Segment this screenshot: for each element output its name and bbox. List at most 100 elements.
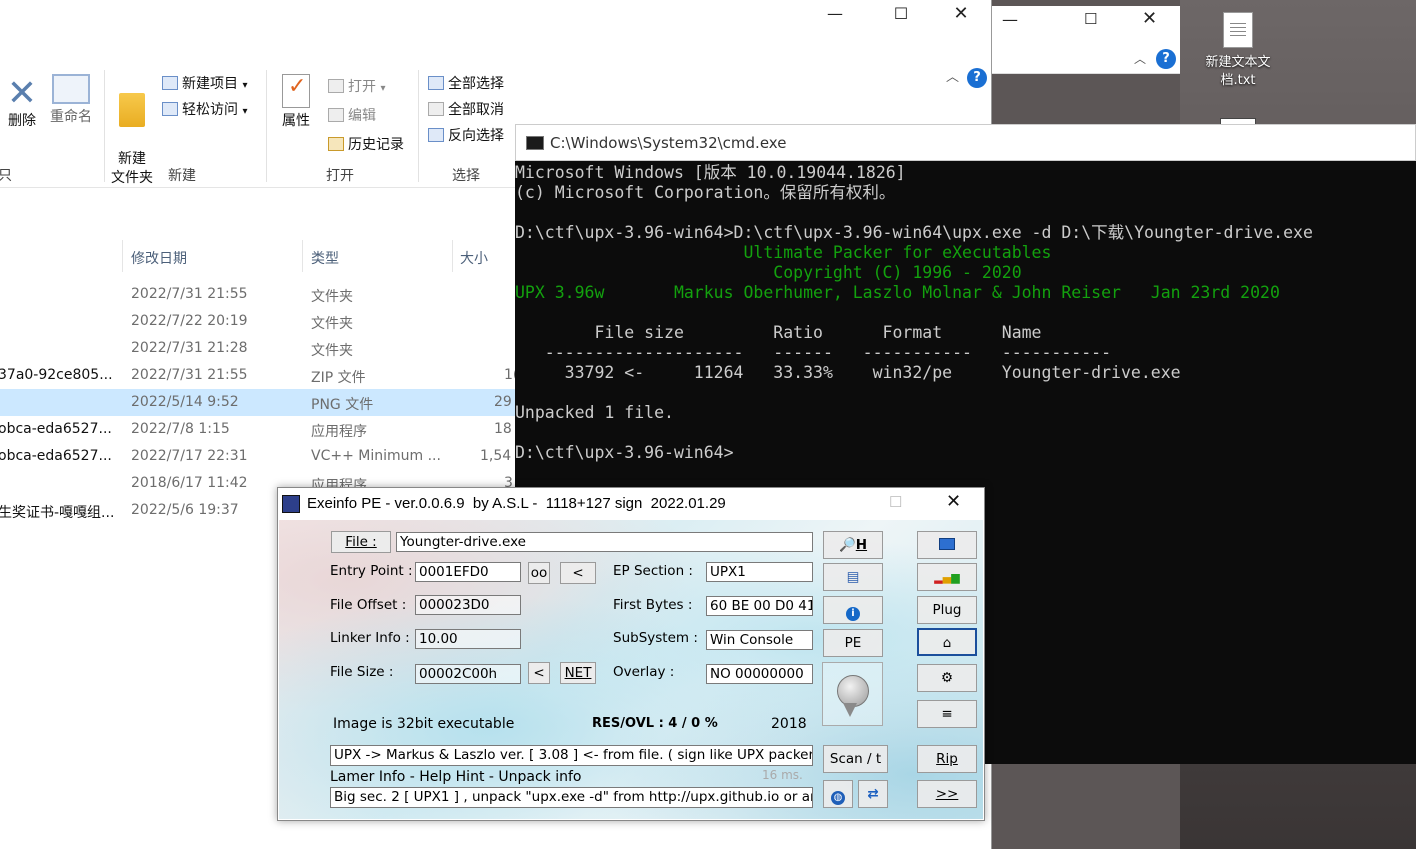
properties-button[interactable]: 属性 [276,74,316,131]
help-icon[interactable]: ? [967,68,987,88]
year-text: 2018 [771,716,807,732]
file-type: ZIP 文件 [311,370,366,386]
settings-button[interactable]: ⚙ [917,664,977,692]
file-type: 文件夹 [311,343,353,359]
file-row[interactable]: obca-eda6527... 2022/7/8 1:15 应用程序 18 [0,416,520,443]
linker-info-field[interactable]: 10.00 [415,629,521,649]
ep-section-field[interactable]: UPX1 [706,562,813,582]
next-button[interactable]: >> [917,780,977,808]
exeinfo-maximize-icon: ☐ [889,494,903,511]
file-size-field[interactable]: 00002C00h [415,664,521,684]
invert-selection-button[interactable]: 反向选择 [428,125,504,145]
refresh-button[interactable]: ⇄ [858,780,888,808]
file-row[interactable]: 2022/7/22 20:19 文件夹 [0,308,520,335]
close-icon[interactable]: ✕ [938,0,984,30]
rename-label: 重命名 [50,109,92,125]
file-offset-field[interactable]: 000023D0 [415,595,521,615]
first-bytes-field[interactable]: 60 BE 00 D0 41 [706,596,813,616]
lamer-info-text[interactable]: Lamer Info - Help Hint - Unpack info [330,769,581,785]
file-size: 1,54 [480,448,512,464]
web-button[interactable]: ◍ [823,780,853,808]
desktop-file-icon[interactable]: 新建文本文档.txt [1196,12,1280,90]
subsystem-field[interactable]: Win Console [706,630,813,650]
file-row[interactable]: 2022/7/31 21:28 文件夹 [0,335,520,362]
file-row[interactable]: 37a0-92ce805... 2022/7/31 21:55 ZIP 文件 1… [0,362,520,389]
delete-button[interactable]: ✕ 删除 [2,76,42,131]
new-item-button[interactable]: 新建项目 ▾ [162,73,247,93]
linker-info-label: Linker Info : [330,630,410,646]
plug-button[interactable]: Plug [917,596,977,624]
delete-icon: ✕ [6,73,38,114]
file-path-field[interactable]: Youngter-drive.exe [396,532,813,552]
console-line: D:\ctf\upx-3.96-win64> [515,443,734,462]
ribbon-collapse-icon[interactable]: ︿ [946,66,959,85]
easy-access-button[interactable]: 轻松访问 ▾ [162,99,247,119]
section-list-button[interactable]: ▤ [823,563,883,591]
open-button[interactable]: 打开 ▾ [328,76,385,96]
file-row[interactable]: 2022/7/31 21:55 文件夹 [0,281,520,308]
open-file-button[interactable] [917,531,977,559]
entry-point-field[interactable]: 0001EFD0 [415,562,521,582]
file-type: VC++ Minimum ... [311,448,441,464]
scan-time-text: 16 ms. [762,768,803,782]
detection-result-field[interactable]: UPX -> Markus & Laszlo ver. [ 3.08 ] <- … [330,745,813,766]
menu-button[interactable]: ≡ [917,700,977,728]
file-type: 应用程序 [311,424,367,440]
rename-button[interactable]: 重命名 [46,70,96,127]
bg-help-icon[interactable]: ? [1156,49,1176,69]
pe-button[interactable]: PE [823,629,883,657]
overlay-field[interactable]: NO 00000000 [706,664,813,684]
console-line: UPX 3.96w Markus Oberhumer, Laszlo Molna… [515,283,1280,302]
search-h-button[interactable]: 🔎H [823,531,883,559]
size-back-button[interactable]: < [528,662,550,684]
file-row[interactable]: obca-eda6527... 2022/7/17 22:31 VC++ Min… [0,443,520,470]
maximize-icon[interactable]: ☐ [878,0,924,30]
file-button[interactable]: File : [331,531,391,553]
home-button[interactable]: ⌂ [917,628,977,656]
unpack-hint-field[interactable]: Big sec. 2 [ UPX1 ] , unpack "upx.exe -d… [330,787,813,808]
select-none-button[interactable]: 全部取消 [428,99,504,119]
column-header-size[interactable]: 大小 [460,248,488,268]
minimize-icon[interactable]: — [812,0,858,30]
file-date: 2022/5/6 19:37 [131,502,239,518]
column-header-type[interactable]: 类型 [311,248,339,268]
new-folder-button[interactable]: 新建 文件夹 [108,74,156,207]
bg-minimize-icon[interactable]: — [1002,10,1018,29]
stats-button[interactable]: ▂▄▆ [917,563,977,591]
edit-button[interactable]: 编辑 [328,105,376,125]
image-info-text: Image is 32bit executable [333,716,515,732]
overlay-label: Overlay : [613,664,675,680]
scan-button[interactable]: Scan / t [823,745,888,773]
file-name: 生奖证书-嘎嘎组... [0,505,115,521]
history-button[interactable]: 历史记录 [328,134,404,154]
select-all-button[interactable]: 全部选择 [428,73,504,93]
oo-button[interactable]: oo [528,562,550,584]
bg-chevron-up-icon[interactable]: ︿ [1134,50,1146,67]
cmd-title: C:\Windows\System32\cmd.exe [550,134,787,152]
bg-close-icon[interactable]: ✕ [1142,8,1157,29]
properties-label: 属性 [282,113,310,129]
file-row-selected[interactable]: 2022/5/14 9:52 PNG 文件 29 [0,389,520,416]
ribbon-separator [104,70,105,182]
cmd-titlebar: C:\Windows\System32\cmd.exe [515,124,1416,161]
easy-access-icon [162,102,178,116]
file-date: 2022/7/31 21:28 [131,340,248,356]
file-date: 2022/5/14 9:52 [131,394,239,410]
exeinfo-title: Exeinfo PE - ver.0.0.6.9 by A.S.L - 1118… [307,495,726,512]
rename-icon [52,74,90,104]
group-label-new: 新建 [168,168,196,184]
dropdown-arrow-icon: ▾ [242,80,248,91]
file-date: 2018/6/17 11:42 [131,475,248,491]
net-button[interactable]: NET [560,662,596,684]
info-button[interactable]: i [823,596,883,624]
group-label-select: 选择 [452,168,480,184]
bg-maximize-icon[interactable]: ☐ [1084,10,1097,28]
column-header-date[interactable]: 修改日期 [131,248,187,268]
explorer-titlebar: — ☐ ✕ [0,0,991,30]
exeinfo-close-icon[interactable]: ✕ [946,491,961,512]
console-line: (c) Microsoft Corporation。保留所有权利。 [515,183,896,202]
easy-access-label: 轻松访问 [182,102,238,118]
back-button[interactable]: < [560,562,596,584]
rip-button[interactable]: Rip [917,745,977,773]
